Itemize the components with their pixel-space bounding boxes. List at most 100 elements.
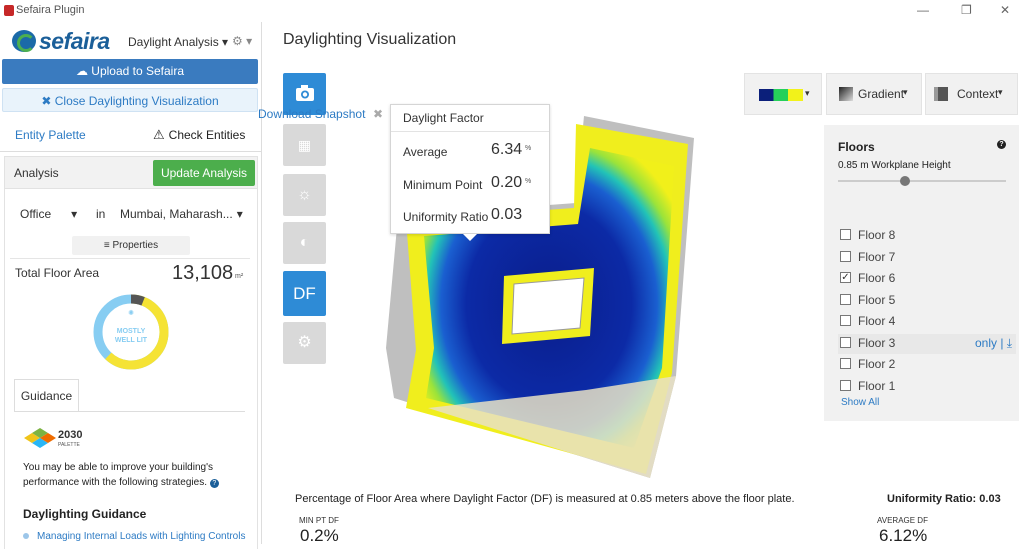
- total-floor-area-unit: m²: [235, 273, 244, 280]
- restore-button[interactable]: ❐: [961, 3, 972, 17]
- page-title: Daylighting Visualization: [283, 31, 457, 48]
- show-all-link[interactable]: Show All: [841, 397, 879, 408]
- chevron-down-icon: ▾: [236, 207, 243, 221]
- chevron-down-icon: ▾: [805, 88, 810, 98]
- floor-label: Floor 1: [858, 378, 896, 393]
- average-df-value: 6.12%: [879, 526, 928, 545]
- grid-icon: ▦: [297, 137, 312, 153]
- floor-checkbox[interactable]: [840, 315, 851, 326]
- context-dropdown[interactable]: Context ▾: [925, 73, 1018, 115]
- close-icon[interactable]: ✖: [373, 107, 383, 121]
- floor-checkbox[interactable]: [840, 229, 851, 240]
- floor-label: Floor 8: [858, 228, 896, 242]
- close-visualization-button[interactable]: ✖ Close Daylighting Visualization: [2, 88, 258, 112]
- daylight-factor-tooltip: Daylight Factor Average 6.34 % Minimum P…: [390, 104, 550, 241]
- tab-underline: [14, 411, 245, 412]
- contrast-icon: ◐: [299, 234, 310, 251]
- gradient-icon: [839, 87, 853, 101]
- minimum-point-value: 0.20: [491, 174, 523, 191]
- only-link[interactable]: only | ⤓: [975, 336, 1012, 351]
- app-icon: [4, 5, 14, 16]
- settings-view-button[interactable]: ⚙: [283, 322, 326, 364]
- color-scale-dropdown[interactable]: ▾: [744, 73, 822, 115]
- floor-item[interactable]: Floor 5: [838, 291, 1016, 311]
- floor-label: Floor 4: [858, 314, 896, 328]
- sun-icon: ☼: [297, 186, 312, 203]
- percent-sign: %: [525, 178, 532, 185]
- left-sidebar: sefaira Daylight Analysis ▾ ⚙ ▾ ☁ Upload…: [0, 22, 262, 549]
- help-icon[interactable]: ?: [997, 140, 1006, 149]
- download-snapshot-link[interactable]: Download Snapshot: [258, 107, 365, 121]
- palette-2030-text: 2030: [58, 429, 82, 441]
- df-view-button[interactable]: DF: [283, 271, 326, 316]
- help-icon[interactable]: ?: [209, 479, 219, 488]
- building-type-dropdown[interactable]: Office ▾: [20, 207, 77, 221]
- in-label: in: [96, 207, 106, 221]
- contrast-view-button[interactable]: ◐: [283, 222, 326, 264]
- context-label: Context: [957, 87, 999, 101]
- close-x-icon: ✖: [41, 94, 55, 108]
- floor-item[interactable]: Floor 7: [838, 248, 1016, 268]
- floor-item[interactable]: Floor 3 only | ⤓: [838, 333, 1016, 354]
- floor-item[interactable]: Floor 2: [838, 355, 1016, 375]
- location-dropdown[interactable]: Mumbai, Maharash... ▾: [120, 207, 243, 221]
- floor-checkbox[interactable]: [840, 293, 851, 305]
- context-cube-icon: [934, 87, 948, 101]
- floor-checkbox[interactable]: [840, 250, 851, 262]
- percent-sign: %: [525, 145, 532, 152]
- minimum-point-label: Minimum Point: [403, 178, 483, 192]
- chevron-down-icon: ▾: [71, 207, 78, 221]
- gradient-dropdown[interactable]: Gradient ▾: [826, 73, 922, 115]
- divider: [10, 258, 250, 259]
- guidance-text: You may be able to improve your building…: [23, 460, 243, 490]
- gear-icon: ⚙: [297, 334, 312, 351]
- analysis-mode-dropdown[interactable]: Daylight Analysis ▾: [128, 35, 228, 49]
- guidance-item[interactable]: Managing Internal Loads with Lighting Co…: [23, 531, 245, 542]
- grid-view-button[interactable]: ▦: [283, 124, 326, 166]
- settings-gear-icon[interactable]: ⚙ ▾: [232, 34, 252, 48]
- floor-checkbox[interactable]: [840, 336, 851, 348]
- workplane-slider-track[interactable]: [838, 180, 1006, 182]
- floor-label: Floor 5: [858, 292, 896, 307]
- floor-checkbox[interactable]: [840, 379, 851, 391]
- properties-label: Properties: [112, 240, 159, 251]
- tab-guidance[interactable]: Guidance: [14, 379, 79, 412]
- uniformity-ratio-summary: Uniformity Ratio: 0.03: [887, 493, 1001, 505]
- floor-checkbox[interactable]: [840, 358, 851, 369]
- upload-button[interactable]: ☁ Upload to Sefaira: [2, 59, 258, 84]
- floor-item[interactable]: Floor 8: [838, 226, 1016, 246]
- floor-label: Floor 3: [858, 335, 896, 350]
- floor-item[interactable]: Floor 1: [838, 377, 1016, 397]
- total-floor-area-value: 13,108: [172, 262, 234, 284]
- chevron-down-icon: ▾: [903, 87, 908, 97]
- floor-label: Floor 6: [858, 271, 896, 285]
- check-entities-link[interactable]: ⚠ Check Entities: [153, 127, 245, 143]
- sefaira-swirl-icon: [12, 30, 36, 52]
- properties-button[interactable]: ≡ Properties: [72, 236, 190, 255]
- floor-item[interactable]: ✓ Floor 6: [838, 269, 1016, 289]
- minimize-button[interactable]: —: [917, 3, 929, 17]
- courtyard-opening: [511, 277, 585, 335]
- check-entities-label: Check Entities: [168, 128, 246, 142]
- guidance-text-body: You may be able to improve your building…: [23, 462, 213, 488]
- uniformity-ratio-label: Uniformity Ratio: [403, 210, 489, 224]
- sun-view-button[interactable]: ☼: [283, 174, 326, 216]
- floor-checkbox[interactable]: ✓: [840, 272, 851, 283]
- min-pt-df-value: 0.2%: [300, 526, 339, 545]
- download-icon[interactable]: ⤓: [1003, 336, 1012, 350]
- floor-item[interactable]: Floor 4: [838, 312, 1016, 332]
- df-label: DF: [293, 284, 316, 303]
- workplane-slider-handle[interactable]: [900, 176, 910, 186]
- average-label: Average: [403, 145, 448, 159]
- cloud-upload-icon: ☁: [75, 64, 92, 78]
- floors-panel: Floors ? 0.85 m Workplane Height Floor 8…: [824, 125, 1019, 421]
- gradient-label: Gradient: [858, 87, 905, 101]
- update-analysis-button[interactable]: Update Analysis: [153, 160, 255, 186]
- min-pt-df-label: MIN PT DF: [299, 516, 339, 525]
- entity-palette-link[interactable]: Entity Palette: [15, 128, 86, 142]
- average-df-label: AVERAGE DF: [877, 516, 928, 525]
- total-floor-area-label: Total Floor Area: [15, 266, 100, 280]
- sefaira-logo: sefaira: [12, 28, 122, 54]
- donut-text-2: WELL LIT: [115, 337, 148, 344]
- close-window-button[interactable]: ✕: [1000, 3, 1010, 17]
